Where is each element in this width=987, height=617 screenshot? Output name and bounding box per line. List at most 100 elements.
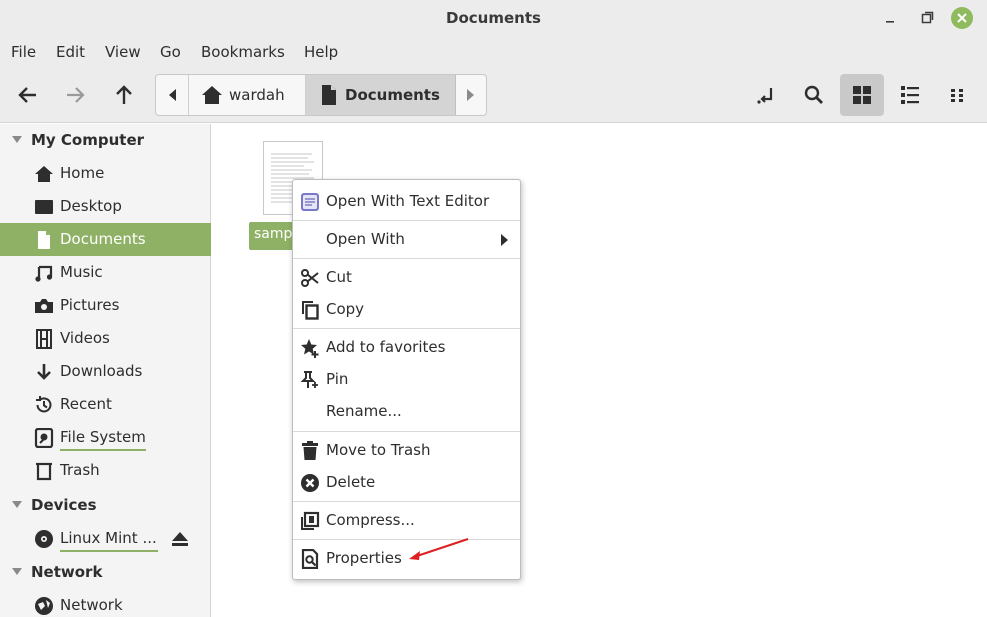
compact-view-button[interactable] xyxy=(936,74,980,116)
close-button[interactable] xyxy=(951,7,973,29)
menu-separator xyxy=(293,328,520,329)
expander-icon xyxy=(12,568,22,575)
sidebar-item-label: File System xyxy=(60,428,146,446)
list-view-icon xyxy=(901,86,919,104)
home-icon xyxy=(35,166,53,182)
location-toggle-icon xyxy=(757,88,773,104)
mounted-indicator xyxy=(60,550,158,552)
menu-item-open-with[interactable]: Open With xyxy=(293,224,520,256)
toggle-location-button[interactable] xyxy=(749,77,785,113)
menu-item-label: Delete xyxy=(326,473,376,491)
expander-icon xyxy=(12,136,22,143)
up-button[interactable] xyxy=(106,77,142,113)
menu-separator xyxy=(293,431,520,432)
sidebar-section-title: Network xyxy=(31,563,103,581)
pin-icon xyxy=(300,371,318,388)
menu-item-label: Open With Text Editor xyxy=(326,192,490,210)
sidebar-item-label: Home xyxy=(60,164,105,182)
sidebar-item-documents[interactable]: Documents xyxy=(0,223,211,256)
minimize-icon xyxy=(886,21,894,23)
toolbar: wardah Documents xyxy=(0,68,987,123)
menu-go[interactable]: Go xyxy=(160,43,181,61)
menu-item-label: Move to Trash xyxy=(326,441,431,459)
menu-separator xyxy=(293,220,520,221)
sidebar-item-videos[interactable]: Videos xyxy=(0,322,211,355)
title-bar: Documents xyxy=(0,0,987,36)
harddisk-icon xyxy=(34,428,54,448)
sidebar-item-file-system[interactable]: File System xyxy=(0,421,211,454)
path-scroll-left-button[interactable] xyxy=(156,75,189,115)
menu-item-label: Compress... xyxy=(326,511,415,529)
star-plus-icon xyxy=(301,339,319,358)
menu-separator xyxy=(293,258,520,259)
menu-view[interactable]: View xyxy=(105,43,141,61)
back-button[interactable] xyxy=(10,77,46,113)
menu-item-move-to-trash[interactable]: Move to Trash xyxy=(293,435,520,467)
sidebar-item-pictures[interactable]: Pictures xyxy=(0,289,211,322)
sidebar-item-label: Trash xyxy=(60,461,100,479)
sidebar-item-label: Downloads xyxy=(60,362,143,380)
grid-view-icon xyxy=(853,86,871,104)
trash-icon xyxy=(36,462,52,481)
sidebar-section-title: Devices xyxy=(31,496,97,514)
eject-icon[interactable] xyxy=(170,529,190,549)
menu-item-cut[interactable]: Cut xyxy=(293,262,520,294)
window-title: Documents xyxy=(446,9,541,27)
menu-item-label: Add to favorites xyxy=(326,338,446,356)
sidebar-section-network[interactable]: Network xyxy=(0,556,211,589)
arrow-right-icon xyxy=(67,87,85,103)
sidebar-item-recent[interactable]: Recent xyxy=(0,388,211,421)
chevron-right-icon xyxy=(467,89,474,101)
sidebar-item-label: Network xyxy=(60,596,123,614)
menu-item-open-with-text-editor[interactable]: Open With Text Editor xyxy=(293,186,520,218)
menu-bar: File Edit View Go Bookmarks Help xyxy=(0,36,987,68)
menu-item-rename[interactable]: Rename... xyxy=(293,396,520,428)
desktop-icon xyxy=(35,200,53,214)
sidebar-item-label: Pictures xyxy=(60,296,120,314)
menu-help[interactable]: Help xyxy=(304,43,338,61)
sidebar-item-downloads[interactable]: Downloads xyxy=(0,355,211,388)
properties-icon xyxy=(301,549,319,569)
list-view-button[interactable] xyxy=(888,74,932,116)
file-item-name[interactable]: samp xyxy=(249,222,295,250)
submenu-arrow-icon xyxy=(501,234,508,246)
menu-item-label: Cut xyxy=(326,268,352,286)
menu-item-label: Copy xyxy=(326,300,365,318)
sidebar-item-desktop[interactable]: Desktop xyxy=(0,190,211,223)
menu-file[interactable]: File xyxy=(11,43,36,61)
disc-icon xyxy=(35,530,53,548)
menu-item-label: Open With xyxy=(326,230,405,248)
sidebar-item-music[interactable]: Music xyxy=(0,256,211,289)
menu-item-pin[interactable]: Pin xyxy=(293,364,520,396)
search-button[interactable] xyxy=(796,77,832,113)
sidebar-section-devices[interactable]: Devices xyxy=(0,489,211,522)
restore-icon xyxy=(921,11,934,24)
menu-item-label: Properties xyxy=(326,549,402,567)
path-segment-home[interactable]: wardah xyxy=(189,75,306,115)
camera-icon xyxy=(35,299,53,313)
path-bar: wardah Documents xyxy=(155,74,487,116)
path-scroll-right-button[interactable] xyxy=(456,75,486,115)
sidebar-item-home[interactable]: Home xyxy=(0,157,211,190)
menu-edit[interactable]: Edit xyxy=(56,43,85,61)
menu-item-add-to-favorites[interactable]: Add to favorites xyxy=(293,332,520,364)
sidebar-item-linux-mint[interactable]: Linux Mint ... xyxy=(0,522,211,555)
menu-item-delete[interactable]: Delete xyxy=(293,467,520,499)
annotation-arrow-icon xyxy=(409,538,469,560)
path-segment-documents[interactable]: Documents xyxy=(306,75,456,115)
sidebar-item-network[interactable]: Network xyxy=(0,589,211,617)
maximize-button[interactable] xyxy=(916,7,938,29)
text-editor-icon xyxy=(301,193,319,211)
icon-view-button[interactable] xyxy=(840,74,884,116)
close-icon xyxy=(957,13,967,23)
document-icon xyxy=(38,231,50,249)
menu-bookmarks[interactable]: Bookmarks xyxy=(201,43,285,61)
menu-item-copy[interactable]: Copy xyxy=(293,294,520,326)
mounted-indicator xyxy=(60,449,146,451)
arrow-up-icon xyxy=(116,85,132,104)
sidebar-section-my-computer[interactable]: My Computer xyxy=(0,124,211,157)
forward-button[interactable] xyxy=(57,77,93,113)
sidebar-item-trash[interactable]: Trash xyxy=(0,454,211,487)
minimize-button[interactable] xyxy=(879,7,901,29)
search-icon xyxy=(804,85,823,104)
